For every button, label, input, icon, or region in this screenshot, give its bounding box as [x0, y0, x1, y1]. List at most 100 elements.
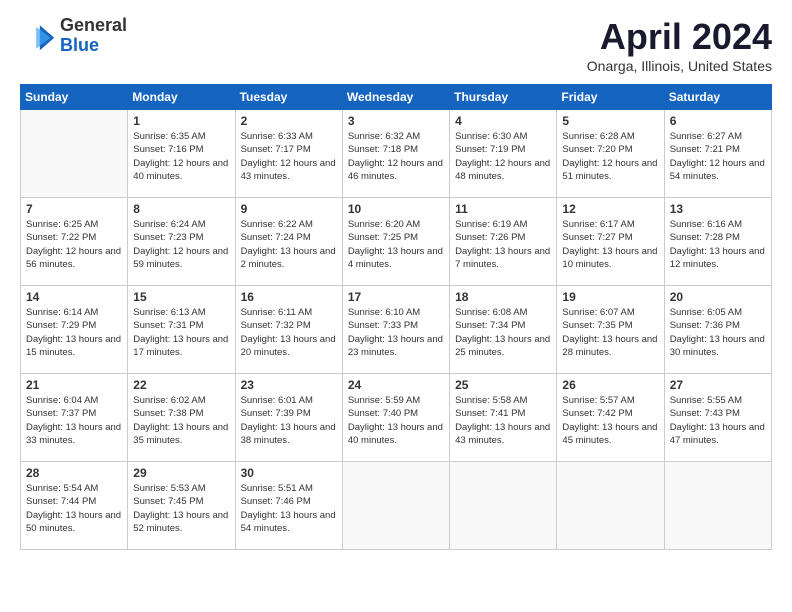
day-info: Sunrise: 6:24 AMSunset: 7:23 PMDaylight:…: [133, 218, 229, 271]
calendar-cell: [664, 462, 771, 550]
day-number: 8: [133, 202, 229, 216]
day-info: Sunrise: 6:10 AMSunset: 7:33 PMDaylight:…: [348, 306, 444, 359]
calendar-cell: 21Sunrise: 6:04 AMSunset: 7:37 PMDayligh…: [21, 374, 128, 462]
day-number: 10: [348, 202, 444, 216]
day-number: 20: [670, 290, 766, 304]
calendar-cell: 27 Sunrise: 5:55 AMSunset: 7:43 PMDayligh…: [664, 374, 771, 462]
day-info: Sunrise: 6:20 AMSunset: 7:25 PMDaylight:…: [348, 218, 444, 271]
calendar-cell: 20 Sunrise: 6:05 AMSunset: 7:36 PMDayligh…: [664, 286, 771, 374]
calendar-cell: 1 Sunrise: 6:35 AMSunset: 7:16 PMDaylight…: [128, 110, 235, 198]
day-number: 6: [670, 114, 766, 128]
location: Onarga, Illinois, United States: [587, 58, 772, 74]
calendar-cell: 14Sunrise: 6:14 AMSunset: 7:29 PMDayligh…: [21, 286, 128, 374]
day-number: 4: [455, 114, 551, 128]
day-info: Sunrise: 6:01 AMSunset: 7:39 PMDaylight:…: [241, 394, 337, 447]
day-info: Sunrise: 5:59 AMSunset: 7:40 PMDaylight:…: [348, 394, 444, 447]
header: General Blue April 2024 Onarga, Illinois…: [20, 16, 772, 74]
calendar-cell: 12 Sunrise: 6:17 AMSunset: 7:27 PMDayligh…: [557, 198, 664, 286]
day-info: Sunrise: 6:05 AMSunset: 7:36 PMDaylight:…: [670, 306, 766, 359]
day-number: 22: [133, 378, 229, 392]
calendar-cell: 6 Sunrise: 6:27 AMSunset: 7:21 PMDaylight…: [664, 110, 771, 198]
calendar-cell: [21, 110, 128, 198]
day-number: 19: [562, 290, 658, 304]
weekday-header-wednesday: Wednesday: [342, 85, 449, 110]
day-number: 14: [26, 290, 122, 304]
day-number: 12: [562, 202, 658, 216]
day-info: Sunrise: 5:55 AMSunset: 7:43 PMDaylight:…: [670, 394, 766, 447]
day-number: 26: [562, 378, 658, 392]
day-info: Sunrise: 6:16 AMSunset: 7:28 PMDaylight:…: [670, 218, 766, 271]
calendar-body: 1 Sunrise: 6:35 AMSunset: 7:16 PMDaylight…: [21, 110, 772, 550]
day-info: Sunrise: 5:53 AMSunset: 7:45 PMDaylight:…: [133, 482, 229, 535]
day-number: 5: [562, 114, 658, 128]
calendar-cell: 23Sunrise: 6:01 AMSunset: 7:39 PMDayligh…: [235, 374, 342, 462]
day-number: 9: [241, 202, 337, 216]
day-info: Sunrise: 6:07 AMSunset: 7:35 PMDaylight:…: [562, 306, 658, 359]
day-info: Sunrise: 6:08 AMSunset: 7:34 PMDaylight:…: [455, 306, 551, 359]
weekday-header-row: SundayMondayTuesdayWednesdayThursdayFrid…: [21, 85, 772, 110]
day-number: 18: [455, 290, 551, 304]
day-number: 13: [670, 202, 766, 216]
day-info: Sunrise: 6:25 AMSunset: 7:22 PMDaylight:…: [26, 218, 122, 271]
weekday-header-friday: Friday: [557, 85, 664, 110]
day-info: Sunrise: 6:22 AMSunset: 7:24 PMDaylight:…: [241, 218, 337, 271]
calendar-cell: 16Sunrise: 6:11 AMSunset: 7:32 PMDayligh…: [235, 286, 342, 374]
weekday-header-sunday: Sunday: [21, 85, 128, 110]
title-area: April 2024 Onarga, Illinois, United Stat…: [587, 16, 772, 74]
day-info: Sunrise: 6:35 AMSunset: 7:16 PMDaylight:…: [133, 130, 229, 183]
month-title: April 2024: [587, 16, 772, 58]
calendar-cell: 15 Sunrise: 6:13 AMSunset: 7:31 PMDayligh…: [128, 286, 235, 374]
day-number: 2: [241, 114, 337, 128]
calendar-cell: 9 Sunrise: 6:22 AMSunset: 7:24 PMDaylight…: [235, 198, 342, 286]
weekday-header-saturday: Saturday: [664, 85, 771, 110]
calendar-cell: 29 Sunrise: 5:53 AMSunset: 7:45 PMDayligh…: [128, 462, 235, 550]
calendar-week-row: 14Sunrise: 6:14 AMSunset: 7:29 PMDayligh…: [21, 286, 772, 374]
day-info: Sunrise: 6:19 AMSunset: 7:26 PMDaylight:…: [455, 218, 551, 271]
logo: General Blue: [20, 16, 127, 56]
calendar-table: SundayMondayTuesdayWednesdayThursdayFrid…: [20, 84, 772, 550]
day-number: 17: [348, 290, 444, 304]
calendar-cell: 3Sunrise: 6:32 AMSunset: 7:18 PMDaylight…: [342, 110, 449, 198]
calendar-week-row: 7 Sunrise: 6:25 AMSunset: 7:22 PMDaylight…: [21, 198, 772, 286]
day-info: Sunrise: 5:51 AMSunset: 7:46 PMDaylight:…: [241, 482, 337, 535]
day-number: 11: [455, 202, 551, 216]
calendar-cell: [342, 462, 449, 550]
calendar-cell: [450, 462, 557, 550]
day-info: Sunrise: 6:02 AMSunset: 7:38 PMDaylight:…: [133, 394, 229, 447]
page-container: General Blue April 2024 Onarga, Illinois…: [0, 0, 792, 560]
calendar-cell: 2 Sunrise: 6:33 AMSunset: 7:17 PMDaylight…: [235, 110, 342, 198]
calendar-cell: 10 Sunrise: 6:20 AMSunset: 7:25 PMDayligh…: [342, 198, 449, 286]
calendar-cell: 17 Sunrise: 6:10 AMSunset: 7:33 PMDayligh…: [342, 286, 449, 374]
weekday-header-tuesday: Tuesday: [235, 85, 342, 110]
day-number: 15: [133, 290, 229, 304]
calendar-cell: 4 Sunrise: 6:30 AMSunset: 7:19 PMDaylight…: [450, 110, 557, 198]
calendar-cell: 18 Sunrise: 6:08 AMSunset: 7:34 PMDayligh…: [450, 286, 557, 374]
day-number: 7: [26, 202, 122, 216]
day-info: Sunrise: 6:17 AMSunset: 7:27 PMDaylight:…: [562, 218, 658, 271]
calendar-cell: 26Sunrise: 5:57 AMSunset: 7:42 PMDayligh…: [557, 374, 664, 462]
day-info: Sunrise: 6:30 AMSunset: 7:19 PMDaylight:…: [455, 130, 551, 183]
day-info: Sunrise: 6:33 AMSunset: 7:17 PMDaylight:…: [241, 130, 337, 183]
day-info: Sunrise: 6:27 AMSunset: 7:21 PMDaylight:…: [670, 130, 766, 183]
calendar-header: SundayMondayTuesdayWednesdayThursdayFrid…: [21, 85, 772, 110]
calendar-cell: 5Sunrise: 6:28 AMSunset: 7:20 PMDaylight…: [557, 110, 664, 198]
day-number: 27: [670, 378, 766, 392]
day-number: 28: [26, 466, 122, 480]
day-info: Sunrise: 6:32 AMSunset: 7:18 PMDaylight:…: [348, 130, 444, 183]
calendar-week-row: 1 Sunrise: 6:35 AMSunset: 7:16 PMDaylight…: [21, 110, 772, 198]
day-number: 29: [133, 466, 229, 480]
day-info: Sunrise: 6:13 AMSunset: 7:31 PMDaylight:…: [133, 306, 229, 359]
calendar-cell: [557, 462, 664, 550]
day-info: Sunrise: 6:04 AMSunset: 7:37 PMDaylight:…: [26, 394, 122, 447]
day-number: 25: [455, 378, 551, 392]
day-info: Sunrise: 6:11 AMSunset: 7:32 PMDaylight:…: [241, 306, 337, 359]
day-number: 1: [133, 114, 229, 128]
logo-general-text: General: [60, 16, 127, 36]
calendar-cell: 8 Sunrise: 6:24 AMSunset: 7:23 PMDaylight…: [128, 198, 235, 286]
calendar-cell: 25 Sunrise: 5:58 AMSunset: 7:41 PMDayligh…: [450, 374, 557, 462]
day-info: Sunrise: 5:58 AMSunset: 7:41 PMDaylight:…: [455, 394, 551, 447]
calendar-cell: 24Sunrise: 5:59 AMSunset: 7:40 PMDayligh…: [342, 374, 449, 462]
calendar-cell: 30Sunrise: 5:51 AMSunset: 7:46 PMDayligh…: [235, 462, 342, 550]
logo-icon: [20, 18, 56, 54]
calendar-week-row: 21Sunrise: 6:04 AMSunset: 7:37 PMDayligh…: [21, 374, 772, 462]
